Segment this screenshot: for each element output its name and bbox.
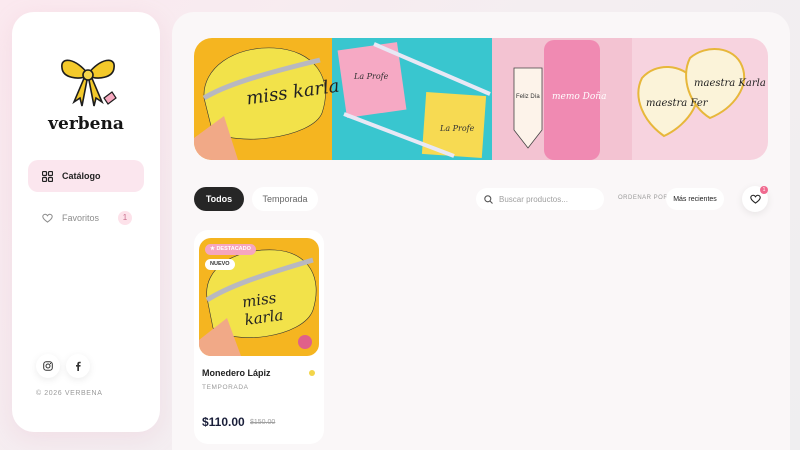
product-category: TEMPORADA	[202, 384, 249, 391]
favorites-count-badge: 1	[118, 211, 132, 225]
grid-icon	[40, 169, 54, 183]
banner-text: maestra Fer	[646, 98, 708, 109]
sort-select[interactable]: Más recientes	[666, 188, 724, 210]
search-input[interactable]	[499, 194, 599, 204]
sidebar-item-favoritos[interactable]: Favoritos 1	[28, 202, 144, 234]
heart-icon	[749, 194, 761, 204]
brand-name: verbena	[48, 114, 124, 134]
product-card[interactable]: miss karla ★ DESTACADO NUEVO Monedero Lá…	[194, 230, 324, 444]
banner-text: La Profe	[354, 72, 389, 81]
product-old-price: $150.00	[250, 419, 276, 426]
new-badge: NUEVO	[205, 259, 235, 270]
favorites-count-badge: 1	[760, 186, 768, 194]
facebook-button[interactable]	[66, 354, 90, 378]
sidebar-item-label: Favoritos	[62, 213, 100, 223]
sidebar-item-catalogo[interactable]: Catálogo	[28, 160, 144, 192]
sort-label: ORDENAR POR:	[618, 195, 671, 201]
banner-text: La Profe	[440, 124, 475, 133]
sidebar: verbena Catálogo Favoritos 1 © 2026 VERB…	[12, 12, 160, 432]
banner-text: Feliz Día	[516, 94, 540, 100]
copyright-text: © 2026 VERBENA	[36, 390, 103, 397]
product-price: $110.00	[202, 415, 245, 429]
tab-todos[interactable]: Todos	[194, 187, 244, 211]
favorites-button[interactable]: 1	[742, 186, 768, 212]
featured-badge: ★ DESTACADO	[205, 244, 256, 255]
color-dot	[309, 370, 315, 376]
sidebar-item-label: Catálogo	[62, 171, 101, 181]
tab-temporada[interactable]: Temporada	[252, 187, 318, 211]
facebook-icon	[76, 361, 81, 371]
search-icon	[484, 194, 493, 204]
hero-banner: miss karla La Profe La Profe Feliz Día m…	[194, 38, 768, 160]
banner-text: maestra Karla	[694, 78, 766, 89]
product-image: miss karla ★ DESTACADO NUEVO	[199, 238, 319, 356]
instagram-button[interactable]	[36, 354, 60, 378]
search-box[interactable]	[476, 188, 604, 210]
bow-logo-icon	[61, 59, 117, 107]
instagram-icon	[43, 361, 53, 371]
banner-text: memo Doña	[552, 92, 607, 102]
main-panel: miss karla La Profe La Profe Feliz Día m…	[172, 12, 790, 450]
heart-icon	[40, 211, 54, 225]
product-name: Monedero Lápiz	[202, 368, 271, 378]
